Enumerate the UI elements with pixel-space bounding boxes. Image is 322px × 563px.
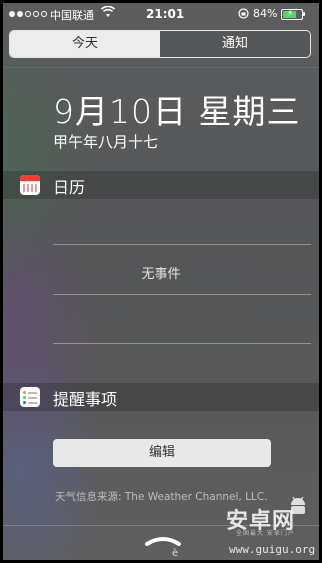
- reminders-icon: [20, 387, 40, 407]
- today-date: 9月10日 星期三: [53, 92, 301, 131]
- bottom-mark: è: [172, 548, 179, 559]
- status-time: 21:01: [146, 7, 185, 21]
- close-grabber-icon[interactable]: [143, 533, 183, 547]
- tab-notifications[interactable]: 通知: [160, 31, 310, 57]
- charging-bolt-icon: ⚡: [287, 9, 294, 19]
- lunar-date: 甲午年八月十七: [53, 133, 159, 151]
- wifi-icon: [101, 6, 115, 17]
- watermark-tagline: 全国最大 安卓门户: [236, 530, 295, 537]
- tab-today[interactable]: 今天: [10, 31, 160, 57]
- view-segmented-control: 今天 通知: [9, 30, 311, 58]
- signal-dot: [25, 11, 31, 17]
- signal-dot: [41, 11, 47, 17]
- divider: [53, 343, 311, 344]
- calendar-icon: [20, 175, 40, 195]
- calendar-title: 日历: [53, 178, 86, 197]
- watermark-url: www.guigu.org: [229, 543, 316, 556]
- signal-dot: [9, 11, 15, 17]
- calendar-section-header[interactable]: 日历: [3, 171, 319, 199]
- notification-center: 中国联通 21:01 84% ⚡ 今天 通知 9月10日 星期三 甲午年八月十七…: [3, 3, 319, 560]
- signal-dot: [33, 11, 39, 17]
- divider: [3, 67, 319, 68]
- signal-strength-icon: [9, 11, 47, 17]
- carrier-name: 中国联通: [50, 9, 94, 22]
- divider: [53, 244, 311, 245]
- weather-source-text: 天气信息来源: The Weather Channel, LLC.: [55, 491, 268, 503]
- battery-percent: 84%: [253, 7, 278, 20]
- reminders-section-header[interactable]: 提醒事项: [3, 383, 319, 411]
- status-bar: 中国联通 21:01 84% ⚡: [3, 3, 319, 27]
- signal-dot: [17, 11, 23, 17]
- no-events-label: 无事件: [141, 267, 181, 282]
- reminders-title: 提醒事项: [53, 390, 118, 409]
- divider: [53, 294, 311, 295]
- battery-cap: [303, 12, 305, 16]
- battery-icon: ⚡: [281, 9, 303, 20]
- rotation-lock-icon: [238, 8, 249, 19]
- edit-button[interactable]: 编辑: [53, 439, 271, 467]
